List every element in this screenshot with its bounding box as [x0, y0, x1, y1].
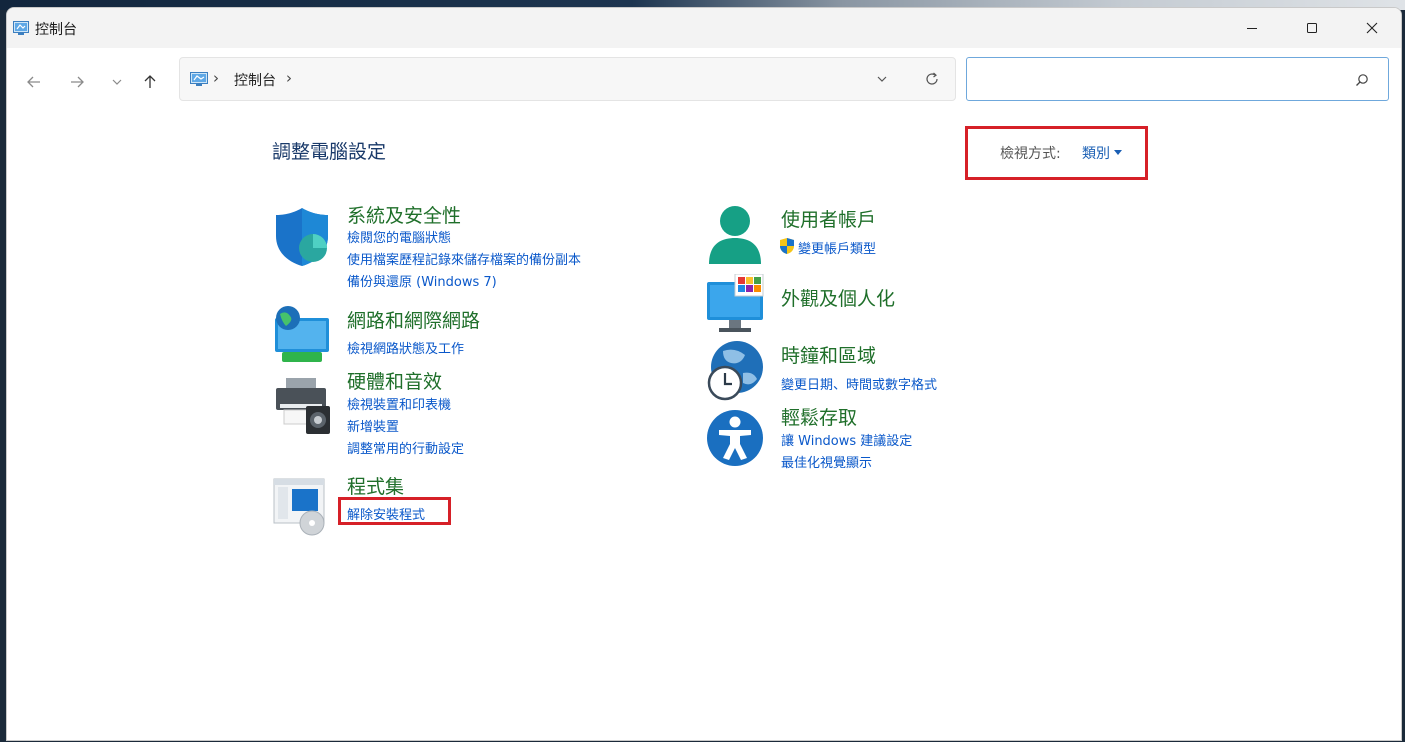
close-icon — [1366, 22, 1378, 34]
title-bar[interactable]: 控制台 — [7, 8, 1401, 48]
chevron-down-icon — [112, 79, 122, 85]
breadcrumb-control-panel[interactable]: 控制台 — [234, 70, 276, 90]
view-by-label: 檢視方式: — [1000, 146, 1061, 162]
arrow-left-icon — [27, 76, 40, 88]
link-review-status[interactable]: 檢閱您的電腦狀態 — [347, 227, 451, 246]
address-history-button[interactable] — [871, 68, 893, 90]
refresh-button[interactable] — [921, 68, 943, 90]
recent-locations-button[interactable] — [104, 69, 130, 95]
up-button[interactable] — [137, 69, 163, 95]
category-title-system-security[interactable]: 系統及安全性 — [347, 201, 461, 228]
category-title-clock-region[interactable]: 時鐘和區域 — [781, 341, 876, 368]
link-devices-printers[interactable]: 檢視裝置和印表機 — [347, 394, 451, 413]
maximize-icon — [1307, 23, 1317, 33]
clock-globe-icon[interactable] — [705, 339, 765, 401]
page-title: 調整電腦設定 — [272, 141, 387, 163]
search-box[interactable] — [966, 57, 1389, 101]
forward-button[interactable] — [64, 69, 90, 95]
chevron-down-icon — [877, 76, 887, 82]
window-title: 控制台 — [35, 22, 77, 38]
control-panel-icon — [190, 72, 208, 86]
category-title-ease-of-access[interactable]: 輕鬆存取 — [781, 403, 857, 430]
search-button[interactable] — [1352, 70, 1372, 90]
breadcrumb-separator[interactable]: › — [286, 69, 292, 87]
link-file-history[interactable]: 使用檔案歷程記錄來儲存檔案的備份副本 — [347, 249, 581, 268]
category-title-network[interactable]: 網路和網際網路 — [347, 306, 480, 333]
shield-icon[interactable] — [272, 206, 332, 268]
control-panel-icon — [13, 21, 29, 35]
link-optimize-visual-display[interactable]: 最佳化視覺顯示 — [781, 452, 872, 471]
back-button[interactable] — [21, 69, 47, 95]
search-icon — [1356, 74, 1368, 86]
category-title-programs[interactable]: 程式集 — [347, 472, 404, 499]
uac-shield-icon — [780, 238, 794, 254]
uninstall-highlight — [338, 497, 451, 525]
printer-speaker-icon[interactable] — [272, 374, 332, 436]
view-by-highlight: 檢視方式: 類別 — [965, 126, 1148, 180]
dropdown-caret-icon[interactable] — [1114, 150, 1122, 155]
minimize-icon — [1247, 28, 1257, 29]
network-globe-icon[interactable] — [272, 304, 332, 366]
link-change-account-type[interactable]: 變更帳戶類型 — [798, 238, 876, 257]
address-bar[interactable]: › 控制台 › — [179, 57, 956, 101]
link-add-device[interactable]: 新增裝置 — [347, 416, 399, 435]
user-account-icon[interactable] — [705, 204, 765, 266]
link-network-status[interactable]: 檢視網路狀態及工作 — [347, 338, 464, 357]
view-by-dropdown[interactable]: 類別 — [1082, 143, 1110, 163]
minimize-button[interactable] — [1228, 8, 1276, 48]
programs-disc-icon[interactable] — [272, 475, 332, 537]
category-title-hardware-sound[interactable]: 硬體和音效 — [347, 367, 442, 394]
category-title-appearance[interactable]: 外觀及個人化 — [781, 284, 895, 311]
link-backup-restore[interactable]: 備份與還原 (Windows 7) — [347, 271, 497, 290]
maximize-button[interactable] — [1288, 8, 1336, 48]
arrow-right-icon — [71, 76, 84, 88]
accessibility-icon[interactable] — [705, 406, 765, 468]
breadcrumb-separator[interactable]: › — [213, 69, 219, 87]
link-windows-suggest-settings[interactable]: 讓 Windows 建議設定 — [781, 430, 912, 449]
arrow-up-icon — [144, 75, 156, 88]
link-mobility-settings[interactable]: 調整常用的行動設定 — [347, 438, 464, 457]
close-button[interactable] — [1348, 8, 1396, 48]
refresh-icon — [926, 72, 938, 85]
monitor-personalize-icon[interactable] — [705, 274, 765, 336]
link-date-time-format[interactable]: 變更日期、時間或數字格式 — [781, 374, 937, 393]
control-panel-window: 控制台 › 控制台 › 調整電腦設定 檢視方式: 類別 系統及安全性 檢閱您的電… — [6, 7, 1402, 741]
search-input[interactable] — [975, 68, 1349, 92]
category-title-user-accounts[interactable]: 使用者帳戶 — [781, 205, 876, 232]
